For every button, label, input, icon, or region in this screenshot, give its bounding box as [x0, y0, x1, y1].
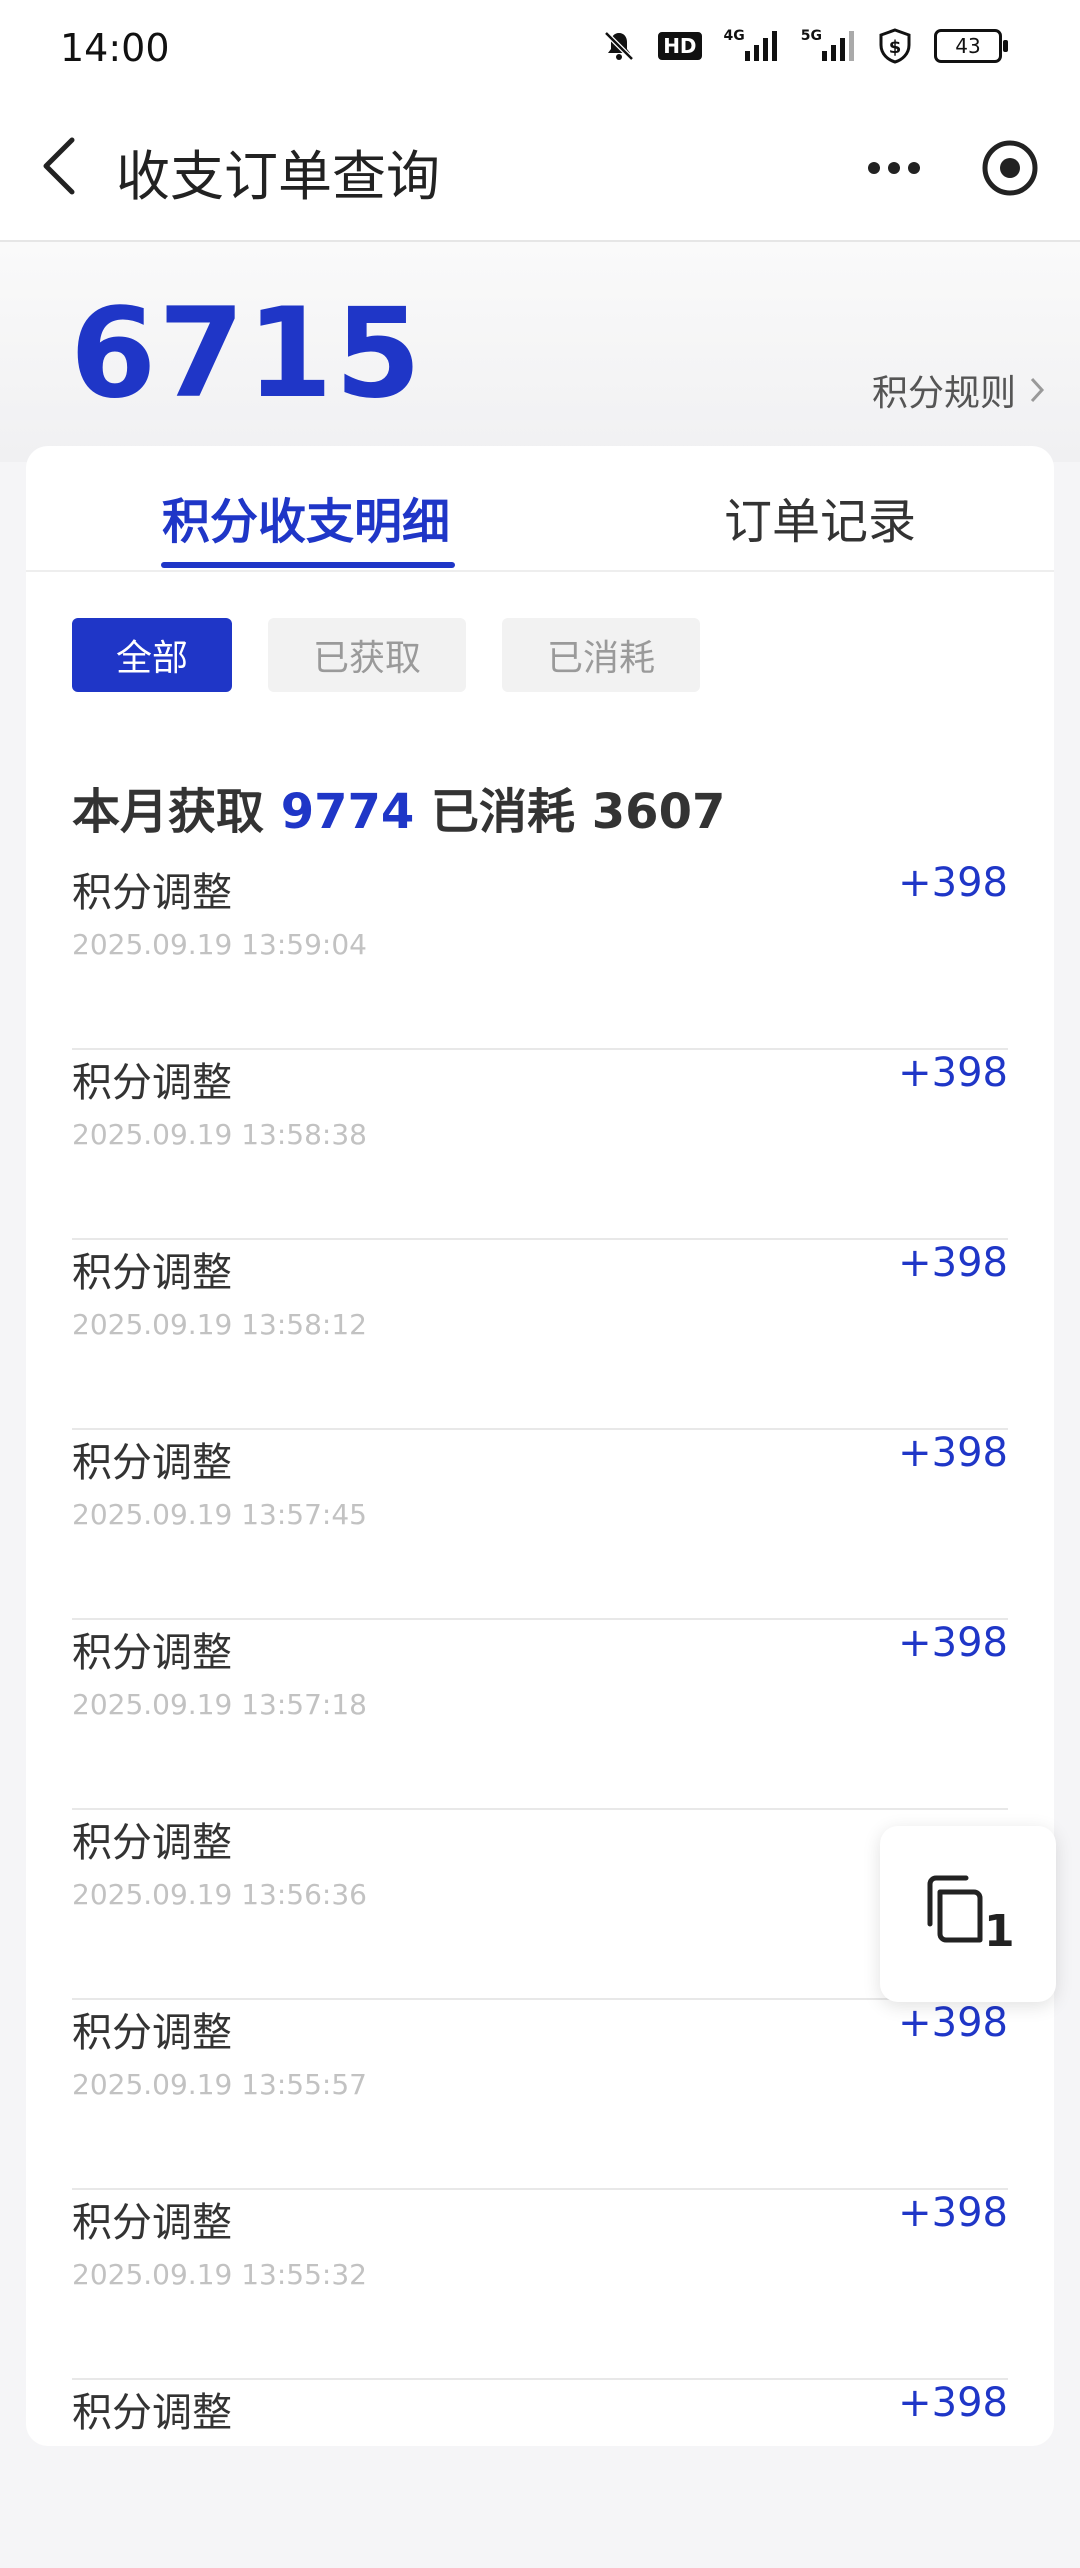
chevron-right-icon [1030, 377, 1045, 403]
list-item[interactable]: 积分调整 2025.09.19 13:58:12 +398 [72, 1240, 1008, 1430]
record-time: 2025.09.19 13:58:12 [72, 1308, 367, 1341]
points-header: 6715 积分规则 [0, 242, 1080, 462]
more-options-icon[interactable] [864, 148, 924, 188]
list-item[interactable]: 积分调整 2025.09.19 13:56:36 [72, 1810, 1008, 2000]
record-title: 积分调整 [72, 1250, 232, 1296]
record-time: 2025.09.19 13:56:36 [72, 1878, 367, 1911]
record-time: 2025.09.19 13:57:18 [72, 1688, 367, 1721]
record-title: 积分调整 [72, 2390, 232, 2436]
mute-bell-icon [602, 29, 636, 63]
list-item[interactable]: 积分调整 2025.09.19 13:57:45 +398 [72, 1430, 1008, 1620]
active-tab-indicator [161, 562, 455, 568]
record-title: 积分调整 [72, 870, 232, 916]
floating-window-button[interactable]: 1 [880, 1826, 1056, 2002]
earned-label: 本月获取 [72, 784, 265, 840]
signal-4g-icon: 4G [724, 28, 779, 61]
svg-text:$: $ [889, 37, 902, 58]
records-list: 积分调整 2025.09.19 13:59:04 +398 积分调整 2025.… [72, 860, 1008, 2568]
record-amount: +398 [898, 2000, 1008, 2046]
record-title: 积分调整 [72, 2010, 232, 2056]
filter-spent[interactable]: 已消耗 [502, 618, 700, 692]
record-amount: +398 [898, 1240, 1008, 1286]
record-amount: +398 [898, 2380, 1008, 2426]
status-icons: HD 4G 5G $ 43 [602, 28, 1008, 64]
record-title: 积分调整 [72, 1440, 232, 1486]
list-item[interactable]: 积分调整 +398 [72, 2380, 1008, 2568]
filter-chips: 全部 已获取 已消耗 [72, 618, 700, 692]
status-time: 14:00 [60, 26, 170, 70]
record-title: 积分调整 [72, 2200, 232, 2246]
tab-bar: 积分收支明细 订单记录 [26, 446, 1054, 572]
list-item[interactable]: 积分调整 2025.09.19 13:59:04 +398 [72, 860, 1008, 1050]
status-bar: 14:00 HD 4G 5G $ 43 [0, 0, 1080, 96]
signal-5g-icon: 5G [801, 28, 856, 61]
filter-earned[interactable]: 已获取 [268, 618, 466, 692]
spent-value: 3607 [591, 784, 726, 840]
spent-label: 已消耗 [431, 784, 576, 840]
list-item[interactable]: 积分调整 2025.09.19 13:57:18 +398 [72, 1620, 1008, 1810]
record-amount: +398 [898, 1620, 1008, 1666]
points-rules-label: 积分规则 [871, 373, 1016, 414]
record-title: 积分调整 [72, 1820, 232, 1866]
back-arrow-icon[interactable] [36, 134, 86, 198]
page-title: 收支订单查询 [116, 145, 440, 208]
monthly-summary: 本月获取 9774 已消耗 3607 [72, 772, 725, 842]
record-amount: +398 [898, 1050, 1008, 1096]
record-time: 2025.09.19 13:59:04 [72, 928, 367, 961]
shield-dollar-icon: $ [878, 28, 912, 64]
record-time: 2025.09.19 13:57:45 [72, 1498, 367, 1531]
points-rules-link[interactable]: 积分规则 [872, 364, 1046, 416]
hd-icon: HD [658, 32, 702, 60]
nav-bar: 收支订单查询 [0, 96, 1080, 242]
list-item[interactable]: 积分调整 2025.09.19 13:55:32 +398 [72, 2190, 1008, 2380]
tab-order-records[interactable]: 订单记录 [724, 482, 916, 552]
record-time: 2025.09.19 13:55:32 [72, 2258, 367, 2291]
filter-all[interactable]: 全部 [72, 618, 232, 692]
record-amount: +398 [898, 860, 1008, 906]
record-title: 积分调整 [72, 1060, 232, 1106]
points-balance: 6715 [70, 282, 424, 426]
list-item[interactable]: 积分调整 2025.09.19 13:58:38 +398 [72, 1050, 1008, 1240]
close-miniprogram-icon[interactable] [980, 138, 1040, 198]
records-card: 积分收支明细 订单记录 全部 已获取 已消耗 本月获取 9774 已消耗 360… [26, 446, 1054, 2446]
tab-points-detail[interactable]: 积分收支明细 [162, 482, 450, 552]
record-time: 2025.09.19 13:58:38 [72, 1118, 367, 1151]
earned-value: 9774 [280, 784, 415, 840]
battery-icon: 43 [934, 29, 1008, 63]
record-title: 积分调整 [72, 1630, 232, 1676]
record-time: 2025.09.19 13:55:57 [72, 2068, 367, 2101]
list-item[interactable]: 积分调整 2025.09.19 13:55:57 +398 [72, 2000, 1008, 2190]
floating-count: 1 [984, 1906, 1015, 1957]
record-amount: +398 [898, 1430, 1008, 1476]
record-amount: +398 [898, 2190, 1008, 2236]
